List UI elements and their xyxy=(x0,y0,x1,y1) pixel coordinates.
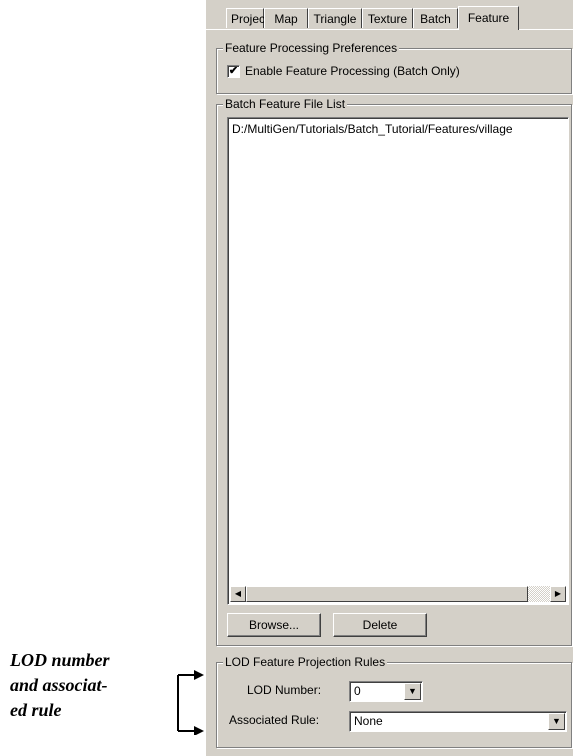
lod-rules-group: LOD Feature Projection Rules LOD Number:… xyxy=(216,655,572,748)
lod-rules-group-title: LOD Feature Projection Rules xyxy=(223,655,388,669)
lod-number-select[interactable]: 0 ▼ xyxy=(349,681,423,702)
feature-file-listbox[interactable]: D:/MultiGen/Tutorials/Batch_Tutorial/Fea… xyxy=(227,117,569,605)
caption-line-2: and associat- xyxy=(10,675,108,695)
caption-line-1: LOD number xyxy=(10,650,110,670)
chevron-down-icon[interactable]: ▼ xyxy=(548,713,565,730)
file-list-group-title: Batch Feature File List xyxy=(223,97,348,111)
prefs-group: Feature Processing Preferences ✔ Enable … xyxy=(216,41,572,94)
enable-feature-checkbox[interactable]: ✔ xyxy=(227,65,240,78)
associated-rule-select[interactable]: None ▼ xyxy=(349,711,567,732)
prefs-group-title: Feature Processing Preferences xyxy=(223,41,400,55)
annotation-caption: LOD number and associat- ed rule xyxy=(10,648,170,723)
scroll-right-icon[interactable]: ▶ xyxy=(550,586,566,602)
chevron-down-icon[interactable]: ▼ xyxy=(404,683,421,700)
scroll-left-icon[interactable]: ◀ xyxy=(230,586,246,602)
lod-number-value: 0 xyxy=(354,684,361,698)
delete-button[interactable]: Delete xyxy=(333,613,427,637)
tab-batch[interactable]: Batch xyxy=(413,8,458,28)
tab-project[interactable]: Project xyxy=(226,8,268,28)
lod-number-label: LOD Number: xyxy=(247,683,322,697)
associated-rule-value: None xyxy=(354,714,383,728)
tab-triangle[interactable]: Triangle xyxy=(308,8,362,28)
tab-feature[interactable]: Feature xyxy=(458,6,519,30)
tab-texture[interactable]: Texture xyxy=(362,8,413,28)
caption-line-3: ed rule xyxy=(10,700,62,720)
browse-button[interactable]: Browse... xyxy=(227,613,321,637)
bracket-arrow-icon xyxy=(177,670,204,735)
feature-panel: Project Map Triangle Texture Batch Featu… xyxy=(206,0,573,756)
associated-rule-label: Associated Rule: xyxy=(229,713,320,727)
tab-map[interactable]: Map xyxy=(264,8,308,28)
file-list-group: Batch Feature File List D:/MultiGen/Tuto… xyxy=(216,97,572,646)
list-item[interactable]: D:/MultiGen/Tutorials/Batch_Tutorial/Fea… xyxy=(232,122,513,136)
horizontal-scrollbar[interactable]: ◀ ▶ xyxy=(230,586,566,602)
scroll-thumb[interactable] xyxy=(246,586,528,602)
enable-feature-label: Enable Feature Processing (Batch Only) xyxy=(245,64,460,78)
